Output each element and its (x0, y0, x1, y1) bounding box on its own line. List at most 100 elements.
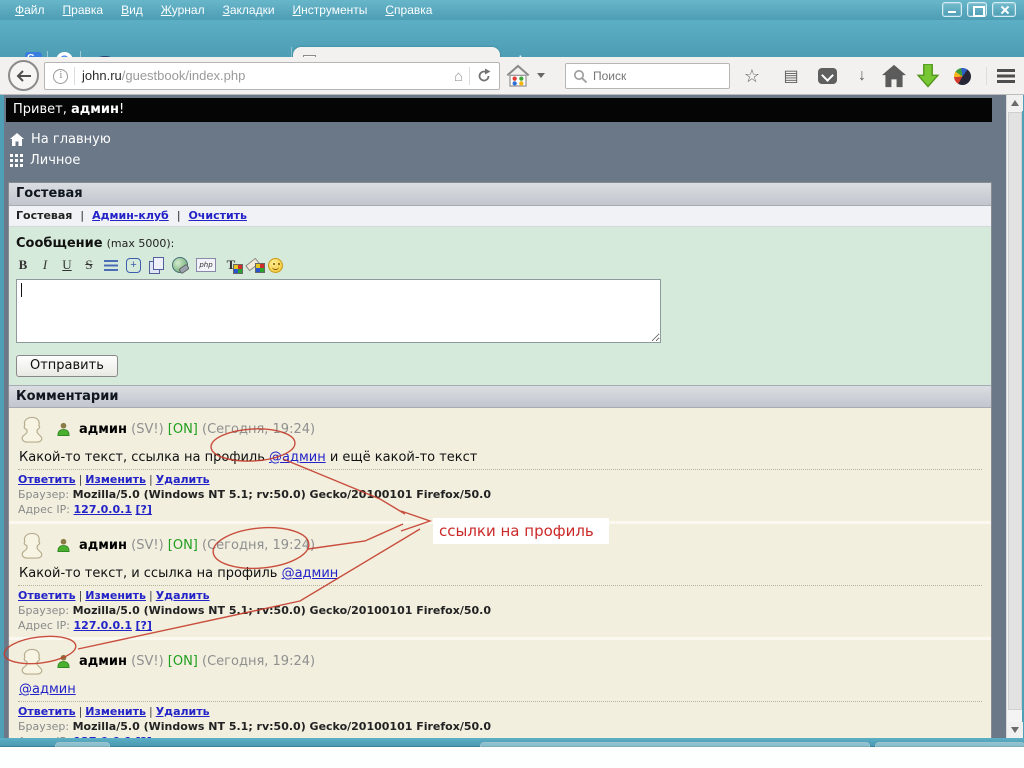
search-input[interactable] (593, 69, 713, 83)
scroll-up-arrow[interactable] (1007, 95, 1023, 111)
browser-info-line: Браузер: Mozilla/5.0 (Windows NT 5.1; rv… (18, 720, 982, 733)
smiley-button[interactable] (268, 258, 283, 273)
url-bar[interactable]: john.ru/guestbook/index.php ⌂ (44, 62, 500, 90)
comment-row: админ (SV!) [ON] (Сегодня, 19:24) Какой-… (9, 408, 991, 521)
avatar-placeholder-icon (18, 531, 48, 560)
desktop-strip (0, 747, 1024, 768)
profile-mention-link[interactable]: @админ (282, 566, 339, 581)
bookmark-star-icon[interactable]: ☆ (740, 64, 764, 88)
author-name: админ (79, 654, 127, 669)
reply-link[interactable]: Ответить (18, 589, 76, 602)
reload-icon[interactable] (476, 68, 492, 84)
browser-label: Браузер: (18, 488, 69, 501)
menu-file[interactable]: Файл (6, 1, 54, 19)
extension-circle-icon[interactable] (950, 64, 974, 88)
ip-help-link[interactable]: [?] (135, 619, 151, 632)
list-button[interactable] (104, 260, 118, 271)
downloads-icon[interactable]: ↓ (850, 64, 874, 88)
urlbar-divider (469, 67, 470, 85)
actions-separator: | (149, 473, 153, 486)
menu-view[interactable]: Вид (112, 1, 152, 19)
bookmarks-panel-icon[interactable]: ▤ (779, 64, 803, 88)
underline-button[interactable]: U (60, 256, 74, 274)
scrollbar-thumb[interactable] (1008, 112, 1022, 710)
vertical-scrollbar[interactable] (1006, 95, 1022, 738)
browser-value: Mozilla/5.0 (Windows NT 5.1; rv:50.0) Ge… (73, 604, 491, 617)
text-color-button[interactable]: T (224, 256, 238, 274)
user-online-icon (56, 537, 71, 553)
submenu-admin-club-link[interactable]: Админ-клуб (92, 209, 169, 222)
delete-link[interactable]: Удалить (156, 473, 210, 486)
edit-link[interactable]: Изменить (85, 473, 146, 486)
savefrom-arrow-icon[interactable] (916, 64, 940, 88)
delete-link[interactable]: Удалить (156, 589, 210, 602)
comment-divider (18, 469, 982, 470)
window-controls (942, 2, 1016, 17)
reply-link[interactable]: Ответить (18, 705, 76, 718)
browser-value: Mozilla/5.0 (Windows NT 5.1; rv:50.0) Ge… (73, 720, 491, 733)
avatar-placeholder-icon (18, 415, 48, 444)
visual-bookmarks-icon[interactable] (506, 64, 530, 88)
actions-separator: | (79, 473, 83, 486)
menu-edit[interactable]: Правка (54, 1, 113, 19)
ip-label: Адрес IP: (18, 503, 70, 516)
pocket-icon[interactable] (815, 64, 839, 88)
greeting-bar: Привет, админ! (6, 98, 992, 122)
submenu-separator: | (80, 209, 84, 222)
restore-button[interactable] (967, 2, 987, 17)
message-label: Сообщение (16, 236, 103, 251)
search-icon (573, 69, 588, 84)
ip-link[interactable]: 127.0.0.1 (74, 619, 132, 632)
dropdown-caret-icon[interactable] (537, 73, 545, 78)
comments-list: админ (SV!) [ON] (Сегодня, 19:24) Какой-… (9, 408, 991, 738)
extension-badge (954, 68, 971, 85)
ip-link[interactable]: 127.0.0.1 (74, 503, 132, 516)
browser-value: Mozilla/5.0 (Windows NT 5.1; rv:50.0) Ge… (73, 488, 491, 501)
nav-personal-link[interactable]: Личное (8, 150, 1006, 171)
back-button[interactable] (8, 60, 39, 91)
submenu-clear-link[interactable]: Очистить (188, 209, 247, 222)
author-tag: (SV!) (131, 422, 164, 437)
comments-title: Комментарии (9, 385, 991, 408)
comment-text: и ещё какой-то текст (326, 450, 478, 465)
message-textarea[interactable] (16, 279, 661, 343)
profile-mention-link[interactable]: @админ (19, 682, 76, 697)
italic-button[interactable]: I (38, 256, 52, 274)
navigation-toolbar: john.ru/guestbook/index.php ⌂ ☆ ▤ ↓ (0, 57, 1024, 95)
menu-hamburger-icon[interactable] (994, 64, 1018, 88)
spoiler-button[interactable]: + (126, 258, 141, 273)
nav-home-link[interactable]: На главную (8, 129, 1006, 150)
comment-actions: Ответить|Изменить|Удалить (18, 705, 982, 718)
hamburger-bars (997, 69, 1015, 83)
guestbook-box: Гостевая Гостевая | Админ-клуб | Очистит… (8, 182, 992, 738)
insert-link-button[interactable] (172, 257, 188, 273)
bold-button[interactable]: B (16, 256, 30, 274)
reply-link[interactable]: Ответить (18, 473, 76, 486)
search-box (565, 63, 730, 89)
home-icon[interactable] (882, 64, 906, 88)
message-input-wrap (16, 279, 984, 347)
edit-link[interactable]: Изменить (85, 589, 146, 602)
minimize-button[interactable] (942, 2, 962, 17)
delete-link[interactable]: Удалить (156, 705, 210, 718)
fill-color-button[interactable] (246, 257, 260, 273)
quote-copy-button[interactable] (149, 257, 164, 273)
actions-separator: | (79, 705, 83, 718)
php-code-button[interactable]: php (196, 258, 216, 272)
menu-tools[interactable]: Инструменты (284, 1, 377, 19)
url-text[interactable]: john.ru/guestbook/index.php (74, 67, 454, 85)
menu-help[interactable]: Справка (376, 1, 441, 19)
author-tag: (SV!) (131, 538, 164, 553)
menu-history[interactable]: Журнал (152, 1, 214, 19)
site-info-icon[interactable] (53, 69, 68, 84)
ip-help-link[interactable]: [?] (135, 503, 151, 516)
send-button[interactable]: Отправить (16, 355, 118, 377)
menu-bookmarks[interactable]: Закладки (214, 1, 284, 19)
edit-link[interactable]: Изменить (85, 705, 146, 718)
comment-actions: Ответить|Изменить|Удалить (18, 473, 982, 486)
scroll-down-arrow[interactable] (1007, 722, 1023, 738)
reader-house-icon[interactable]: ⌂ (454, 68, 463, 85)
strikethrough-button[interactable]: S (82, 256, 96, 274)
profile-mention-link[interactable]: @админ (269, 450, 326, 465)
close-window-button[interactable] (992, 2, 1016, 17)
